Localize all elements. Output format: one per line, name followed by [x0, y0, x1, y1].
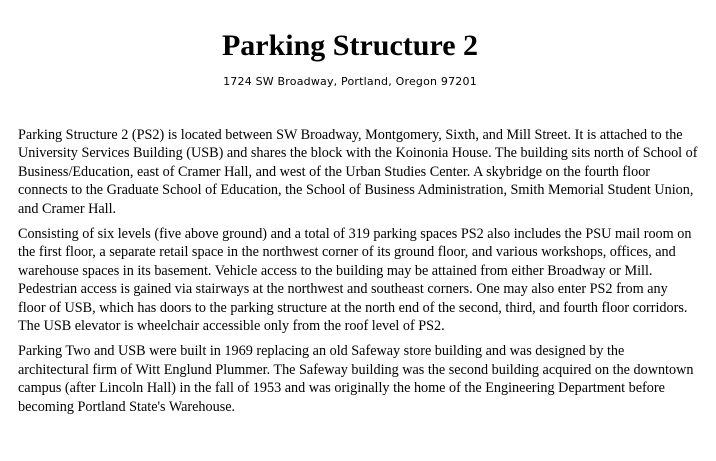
paragraph-facilities: Consisting of six levels (five above gro…	[18, 226, 692, 335]
address: 1724 SW Broadway, Portland, Oregon 97201	[223, 75, 477, 88]
article-body: Parking Structure 2 (PS2) is located bet…	[18, 126, 698, 423]
paragraph-location: Parking Structure 2 (PS2) is located bet…	[18, 127, 698, 217]
paragraph-history: Parking Two and USB were built in 1969 r…	[18, 343, 694, 415]
page-title: Parking Structure 2	[221, 29, 479, 62]
page: Parking Structure 2 1724 SW Broadway, Po…	[0, 0, 716, 461]
